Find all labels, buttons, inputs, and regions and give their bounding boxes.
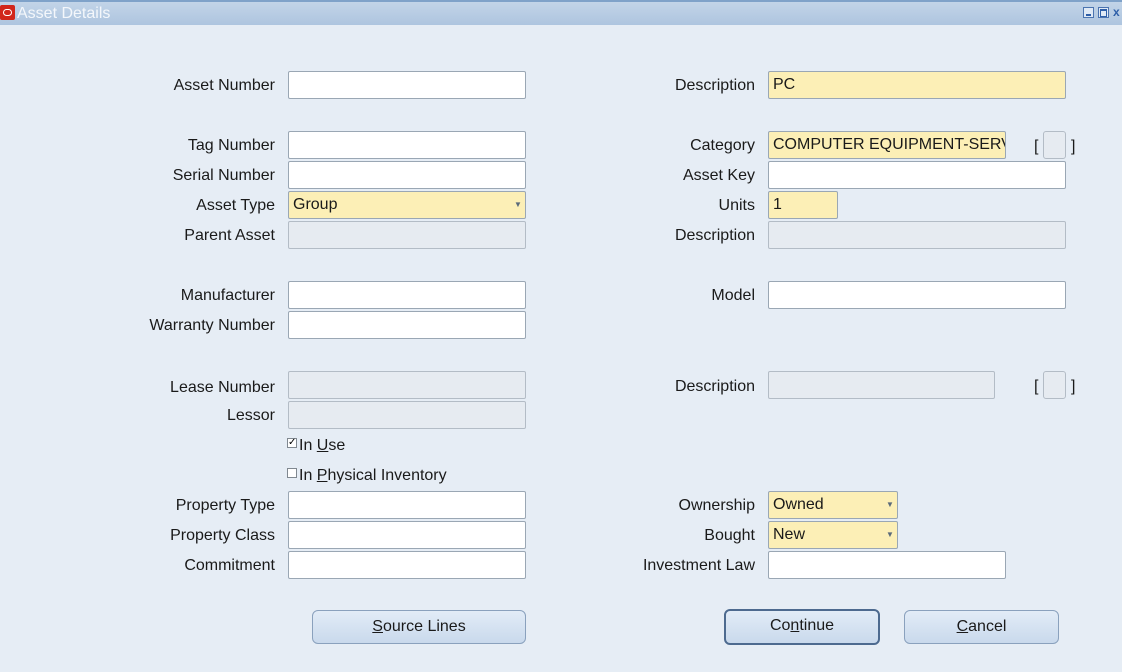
ownership-label: Ownership — [678, 497, 755, 514]
property-type-label: Property Type — [175, 497, 275, 514]
bought-dropdown[interactable]: New ▼ — [768, 521, 898, 549]
lease-number-field[interactable] — [288, 371, 526, 399]
model-label: Model — [711, 287, 755, 304]
asset-type-dropdown[interactable]: Group ▼ — [288, 191, 526, 219]
units-label: Units — [718, 197, 755, 214]
in-physical-inventory-label: In Physical Inventory — [299, 467, 447, 484]
in-physical-inventory-checkbox[interactable]: In Physical Inventory — [287, 467, 447, 485]
chevron-down-icon[interactable]: ▼ — [884, 523, 896, 547]
property-class-field[interactable] — [288, 521, 526, 549]
serial-number-label: Serial Number — [172, 167, 275, 184]
manufacturer-label: Manufacturer — [180, 287, 275, 304]
in-use-label: In Use — [299, 437, 346, 454]
ownership-dropdown[interactable]: Owned ▼ — [768, 491, 898, 519]
maximize-icon[interactable] — [1098, 7, 1109, 18]
asset-number-label: Asset Number — [173, 77, 275, 94]
chevron-down-icon[interactable]: ▼ — [884, 493, 896, 517]
asset-key-label: Asset Key — [682, 167, 755, 184]
window-titlebar: Asset Details x — [0, 0, 1122, 25]
warranty-number-label: Warranty Number — [149, 317, 275, 334]
category-flex-bracket-open: [ — [1034, 138, 1039, 155]
lease-flex-bracket-close: ] — [1071, 378, 1076, 395]
source-lines-button[interactable]: Source Lines — [312, 610, 526, 644]
parent-description-field[interactable] — [768, 221, 1066, 249]
chevron-down-icon[interactable]: ▼ — [512, 193, 524, 217]
lease-flex-bracket-open: [ — [1034, 378, 1039, 395]
category-field[interactable]: COMPUTER EQUIPMENT-SERVER — [768, 131, 1006, 159]
category-flexfield[interactable] — [1043, 131, 1066, 159]
lease-flexfield[interactable] — [1043, 371, 1066, 399]
description-label: Description — [674, 77, 755, 94]
model-field[interactable] — [768, 281, 1066, 309]
description-field[interactable]: PC — [768, 71, 1066, 99]
lessor-field[interactable] — [288, 401, 526, 429]
investment-law-label: Investment Law — [642, 557, 755, 574]
warranty-number-field[interactable] — [288, 311, 526, 339]
ownership-value: Owned — [773, 496, 824, 513]
tag-number-label: Tag Number — [187, 137, 275, 154]
commitment-field[interactable] — [288, 551, 526, 579]
investment-law-field[interactable] — [768, 551, 1006, 579]
units-field[interactable]: 1 — [768, 191, 838, 219]
in-use-checkbox[interactable]: ✓ In Use — [287, 437, 345, 455]
lessor-label: Lessor — [226, 407, 275, 424]
bought-value: New — [773, 526, 806, 543]
asset-type-value: Group — [293, 196, 338, 213]
asset-key-field[interactable] — [768, 161, 1066, 189]
asset-number-field[interactable] — [288, 71, 526, 99]
property-class-label: Property Class — [170, 527, 275, 544]
asset-type-label: Asset Type — [196, 197, 275, 214]
checkbox-unchecked-icon[interactable] — [287, 468, 297, 478]
parent-description-label: Description — [674, 227, 755, 244]
oracle-icon — [0, 5, 15, 20]
window-title: Asset Details — [17, 5, 111, 22]
tag-number-field[interactable] — [288, 131, 526, 159]
checkbox-checked-icon[interactable]: ✓ — [287, 438, 297, 448]
close-icon[interactable]: x — [1113, 6, 1122, 18]
property-type-field[interactable] — [288, 491, 526, 519]
serial-number-field[interactable] — [288, 161, 526, 189]
bought-label: Bought — [704, 527, 755, 544]
minimize-icon[interactable] — [1083, 7, 1094, 18]
lease-number-label: Lease Number — [170, 379, 275, 396]
cancel-button[interactable]: Cancel — [904, 610, 1059, 644]
category-flex-bracket-close: ] — [1071, 138, 1076, 155]
manufacturer-field[interactable] — [288, 281, 526, 309]
parent-asset-label: Parent Asset — [184, 227, 275, 244]
commitment-label: Commitment — [184, 557, 275, 574]
continue-button[interactable]: Continue — [724, 609, 880, 645]
lease-description-field[interactable] — [768, 371, 995, 399]
lease-description-label: Description — [674, 378, 755, 395]
parent-asset-field[interactable] — [288, 221, 526, 249]
category-label: Category — [690, 137, 755, 154]
